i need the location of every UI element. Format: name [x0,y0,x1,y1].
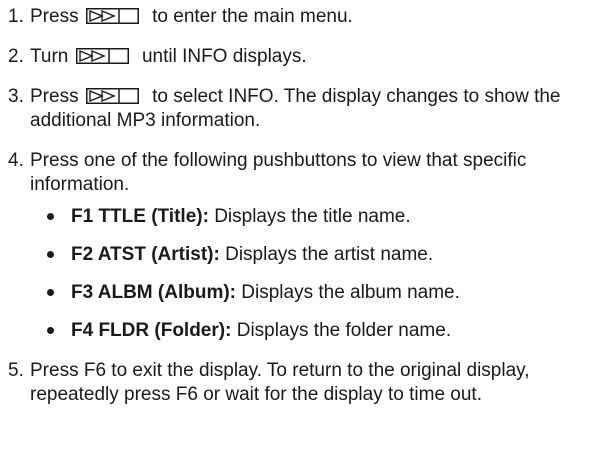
list-item: F3 ALBM (Album): Displays the album name… [47,281,603,305]
bullet-icon [47,251,54,258]
step-1: 1. Press to enter the main menu. [8,5,603,29]
step-action-result: until INFO displays. [141,46,307,67]
bullet-icon [47,327,54,334]
pushbutton-description: Displays the folder name. [236,320,452,341]
step-number: 5. [8,360,24,381]
play-pause-button-icon [75,48,129,64]
bullet-icon [47,213,54,220]
pushbutton-label: F2 ATST (Artist): [71,244,220,265]
list-item: F2 ATST (Artist): Displays the artist na… [47,243,603,267]
pushbutton-label: F3 ALBM (Album): [71,282,236,303]
pushbutton-list: F1 TTLE (Title): Displays the title name… [30,205,603,343]
step-action-verb: Press [30,6,79,27]
step-instruction: Press one of the following pushbuttons t… [30,150,527,195]
list-item: F1 TTLE (Title): Displays the title name… [47,205,603,229]
step-text: Press to select INFO. The display change… [30,85,603,133]
step-5: 5. Press F6 to exit the display. To retu… [8,359,603,407]
step-text: Press F6 to exit the display. To return … [30,360,530,405]
step-action-verb: Turn [30,46,69,67]
pushbutton-description: Displays the artist name. [225,244,434,265]
pushbutton-label: F1 TTLE (Title): [71,206,209,227]
pushbutton-description: Displays the title name. [214,206,411,227]
bullet-icon [47,289,54,296]
step-text: Turn until INFO displays. [30,45,603,69]
pushbutton-description: Displays the album name. [241,282,460,303]
step-number: 2. [8,46,24,67]
step-text: Press to enter the main menu. [30,5,603,29]
step-number: 1. [8,6,24,27]
play-pause-button-icon [85,88,139,104]
list-item: F4 FLDR (Folder): Displays the folder na… [47,319,603,343]
step-3: 3. Press to select INFO. The display cha… [8,85,603,133]
instruction-page: 1. Press to enter the main menu. 2. Turn [0,0,603,463]
step-2: 2. Turn until INFO displays. [8,45,603,69]
play-pause-button-icon [85,8,139,24]
step-text: Press one of the following pushbuttons t… [30,149,603,343]
pushbutton-label: F4 FLDR (Folder): [71,320,232,341]
step-action-verb: Press [30,86,79,107]
step-4: 4. Press one of the following pushbutton… [8,149,603,343]
step-action-result: to enter the main menu. [152,6,353,27]
step-number: 3. [8,86,24,107]
step-number: 4. [8,150,24,171]
